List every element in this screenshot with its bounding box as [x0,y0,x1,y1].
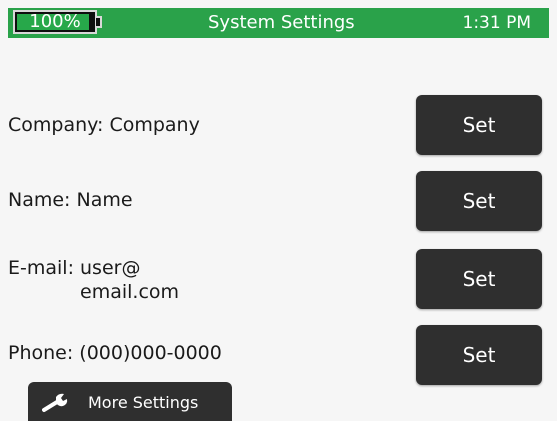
email-label: E-mail: user@ email.com [8,256,179,304]
wrench-icon [42,393,68,412]
battery-percent: 100% [29,11,81,32]
set-email-button[interactable]: Set [416,249,542,309]
more-settings-button[interactable]: More Settings [28,382,232,421]
set-name-button[interactable]: Set [416,171,542,231]
email-label-line1: E-mail: user@ [8,257,141,279]
name-label: Name: Name [8,189,133,211]
system-settings-screen: 100% System Settings 1:31 PM Company: Co… [0,0,557,421]
more-settings-label: More Settings [88,393,199,412]
battery-indicator: 100% [13,10,97,34]
set-phone-button[interactable]: Set [416,325,542,385]
clock-time: 1:31 PM [462,13,532,33]
status-bar: 100% System Settings 1:31 PM [8,8,549,38]
screen-title: System Settings [208,12,355,33]
set-company-button[interactable]: Set [416,95,542,155]
company-label: Company: Company [8,114,200,136]
email-label-line2: email.com [80,281,180,303]
phone-label: Phone: (000)000-0000 [8,342,222,364]
battery-terminal [96,16,102,28]
